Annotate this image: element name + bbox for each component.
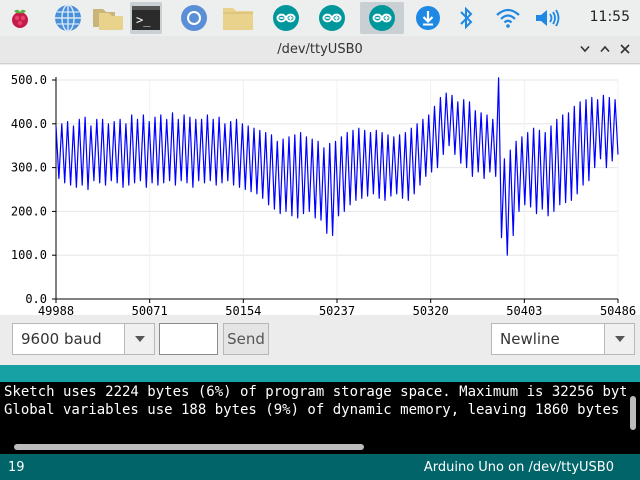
console-horizontal-scrollbar[interactable] <box>0 440 640 454</box>
x-tick-label: 49988 <box>38 304 74 315</box>
maximize-icon[interactable] <box>598 42 612 56</box>
window-title: /dev/ttyUSB0 <box>277 42 363 57</box>
y-tick-label: 200.0 <box>11 204 47 218</box>
folder-icon[interactable] <box>222 2 254 34</box>
chevron-down-icon[interactable] <box>604 324 634 354</box>
x-tick-label: 50071 <box>132 304 168 315</box>
chromium-icon[interactable] <box>178 2 210 34</box>
scrollbar-thumb[interactable] <box>14 444 364 450</box>
plotter-controls: 9600 baud Send Newline <box>0 315 640 365</box>
wifi-icon[interactable] <box>492 2 524 34</box>
y-tick-label: 300.0 <box>11 161 47 175</box>
web-browser-icon[interactable] <box>52 2 84 34</box>
status-bar: 19 Arduino Uno on /dev/ttyUSB0 <box>0 454 640 480</box>
bluetooth-icon[interactable] <box>450 2 482 34</box>
file-manager-icon[interactable] <box>90 2 126 34</box>
output-console[interactable]: Sketch uses 2224 bytes (6%) of program s… <box>0 382 640 440</box>
send-button[interactable]: Send <box>223 323 269 355</box>
terminal-icon[interactable]: >_ <box>130 2 162 34</box>
console-divider[interactable] <box>0 365 640 382</box>
y-tick-label: 400.0 <box>11 117 47 131</box>
minimize-icon[interactable] <box>578 42 592 56</box>
window-titlebar[interactable]: /dev/ttyUSB0 <box>0 36 640 64</box>
x-tick-label: 50403 <box>506 304 542 315</box>
console-line: Global variables use 188 bytes (9%) of d… <box>4 402 640 418</box>
message-input[interactable] <box>159 323 218 355</box>
arduino-icon[interactable] <box>270 2 302 34</box>
download-icon[interactable] <box>412 2 444 34</box>
console-vertical-scrollbar[interactable] <box>626 388 640 438</box>
line-number: 19 <box>8 460 25 475</box>
baud-rate-select[interactable]: 9600 baud <box>12 323 155 355</box>
line-ending-select[interactable]: Newline <box>491 323 635 355</box>
baud-rate-value: 9600 baud <box>21 330 102 348</box>
arduino-icon[interactable] <box>316 2 348 34</box>
x-tick-label: 50486 <box>600 304 636 315</box>
taskbar: >_ 11:55 <box>0 0 640 36</box>
y-tick-label: 500.0 <box>11 73 47 87</box>
x-tick-label: 50320 <box>413 304 449 315</box>
x-tick-label: 50237 <box>319 304 355 315</box>
volume-icon[interactable] <box>532 2 564 34</box>
raspberry-menu-icon[interactable] <box>4 2 36 34</box>
arduino-icon[interactable] <box>360 2 404 34</box>
close-icon[interactable] <box>618 42 632 56</box>
board-port-label: Arduino Uno on /dev/ttyUSB0 <box>423 460 614 475</box>
console-line: Sketch uses 2224 bytes (6%) of program s… <box>4 384 640 400</box>
chevron-down-icon[interactable] <box>124 324 154 354</box>
svg-text:>_: >_ <box>136 13 151 27</box>
scrollbar-thumb[interactable] <box>630 396 636 430</box>
x-tick-label: 50154 <box>225 304 261 315</box>
clock[interactable]: 11:55 <box>590 9 630 25</box>
line-ending-value: Newline <box>500 330 560 348</box>
y-tick-label: 100.0 <box>11 248 47 262</box>
serial-plot: 0.0100.0200.0300.0400.0500.049988 50071 50… <box>0 65 640 315</box>
